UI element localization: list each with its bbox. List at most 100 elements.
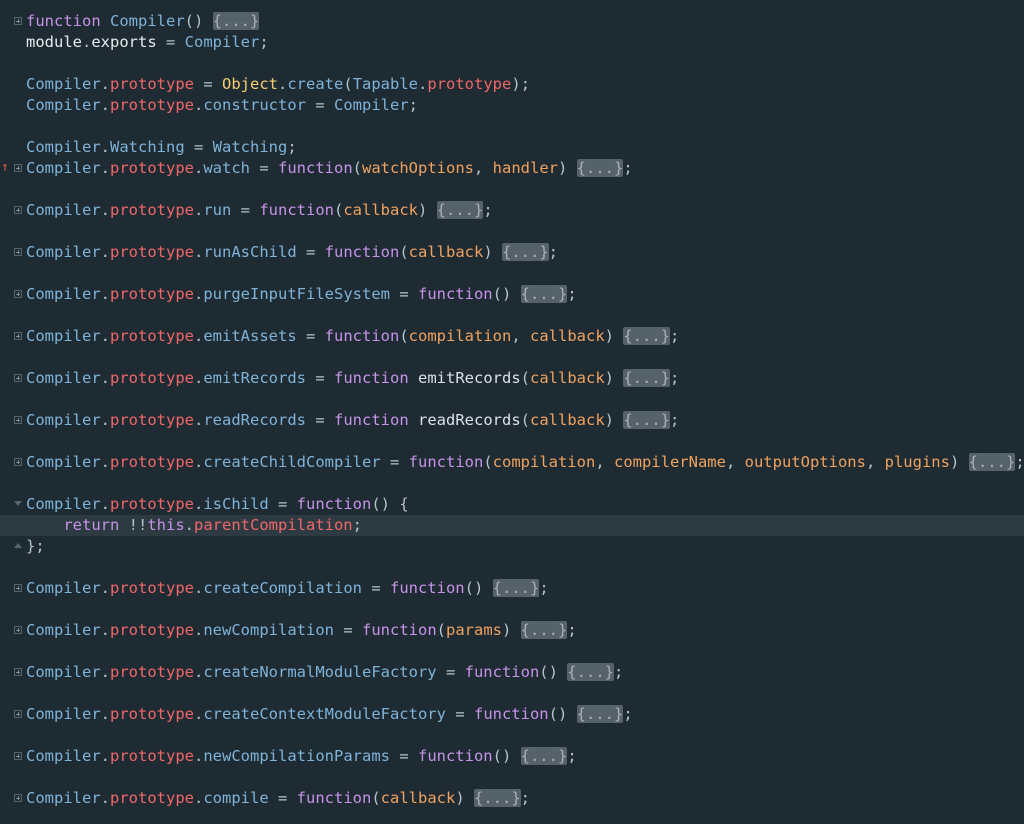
code-token: . — [100, 453, 110, 471]
code-line[interactable] — [0, 683, 1024, 704]
folded-block-placeholder[interactable]: {...} — [623, 327, 670, 345]
code-token: = — [306, 411, 334, 429]
code-line[interactable]: module.exports = Compiler; — [0, 32, 1024, 53]
code-line[interactable]: Compiler.prototype.emitRecords = functio… — [0, 368, 1024, 389]
expand-fold-icon[interactable] — [14, 164, 22, 172]
code-line[interactable] — [0, 179, 1024, 200]
code-line[interactable] — [0, 347, 1024, 368]
code-line[interactable] — [0, 599, 1024, 620]
code-token: compilerName — [613, 453, 726, 471]
code-line[interactable] — [0, 221, 1024, 242]
code-line[interactable]: Compiler.prototype.createContextModuleFa… — [0, 704, 1024, 725]
code-line[interactable]: Compiler.prototype.createChildCompiler =… — [0, 452, 1024, 473]
code-line[interactable]: Compiler.prototype.run = function(callba… — [0, 200, 1024, 221]
code-line[interactable] — [0, 431, 1024, 452]
code-line[interactable] — [0, 389, 1024, 410]
code-token: function — [324, 243, 400, 261]
expand-fold-icon[interactable] — [14, 332, 22, 340]
expand-fold-icon[interactable] — [14, 626, 22, 634]
expand-fold-icon[interactable] — [14, 752, 22, 760]
code-line[interactable] — [0, 116, 1024, 137]
code-token: function — [417, 747, 493, 765]
expand-fold-icon[interactable] — [14, 416, 22, 424]
code-token: = — [194, 75, 222, 93]
code-token: emitRecords — [418, 369, 521, 387]
folded-block-placeholder[interactable]: {...} — [520, 285, 568, 303]
code-line[interactable]: Compiler.prototype.compile = function(ca… — [0, 788, 1024, 809]
expand-fold-icon[interactable] — [14, 374, 22, 382]
folded-block-placeholder[interactable]: {...} — [520, 621, 568, 639]
collapse-fold-icon[interactable] — [14, 501, 22, 506]
fold-end-icon[interactable] — [14, 543, 22, 548]
gutter — [0, 683, 26, 704]
code-line[interactable]: Compiler.prototype.runAsChild = function… — [0, 242, 1024, 263]
gutter — [0, 746, 26, 767]
code-line[interactable] — [0, 767, 1024, 788]
code-text: Compiler.prototype.compile = function(ca… — [26, 788, 530, 809]
folded-block-placeholder[interactable]: {...} — [502, 243, 549, 261]
code-line[interactable] — [0, 263, 1024, 284]
code-token: prototype — [427, 75, 512, 93]
code-token: Compiler — [26, 453, 101, 471]
folded-block-placeholder[interactable]: {...} — [212, 12, 260, 30]
expand-fold-icon[interactable] — [14, 584, 22, 592]
code-token: Compiler — [26, 285, 101, 303]
folded-block-placeholder[interactable]: {...} — [623, 411, 670, 429]
code-line[interactable]: ↑ Compiler.prototype.watch = function(wat… — [0, 158, 1024, 179]
code-line[interactable]: function Compiler() {...} — [0, 11, 1024, 32]
code-line[interactable]: Compiler.Watching = Watching; — [0, 137, 1024, 158]
gutter — [0, 536, 26, 557]
code-line[interactable] — [0, 557, 1024, 578]
code-line[interactable]: Compiler.prototype.createNormalModuleFac… — [0, 662, 1024, 683]
code-token: Compiler — [26, 663, 101, 681]
code-line[interactable]: Compiler.prototype.createCompilation = f… — [0, 578, 1024, 599]
expand-fold-icon[interactable] — [14, 206, 22, 214]
code-editor[interactable]: function Compiler() {...} module.exports … — [0, 0, 1024, 824]
code-token: . — [100, 621, 110, 639]
code-token: . — [82, 33, 92, 51]
folded-block-placeholder[interactable]: {...} — [520, 747, 568, 765]
code-line[interactable]: Compiler.prototype.newCompilationParams … — [0, 746, 1024, 767]
folded-block-placeholder[interactable]: {...} — [436, 201, 484, 219]
folded-block-placeholder[interactable]: {...} — [968, 453, 1016, 471]
code-line[interactable]: Compiler.prototype.purgeInputFileSystem … — [0, 284, 1024, 305]
code-line-current[interactable]: return !!this.parentCompilation; — [0, 515, 1024, 536]
gutter — [0, 347, 26, 368]
code-line[interactable]: Compiler.prototype.isChild = function() … — [0, 494, 1024, 515]
expand-fold-icon[interactable] — [14, 17, 22, 25]
bookmark-arrow-icon[interactable]: ↑ — [1, 160, 9, 176]
folded-block-placeholder[interactable]: {...} — [474, 789, 521, 807]
code-line[interactable]: }; — [0, 536, 1024, 557]
expand-fold-icon[interactable] — [14, 458, 22, 466]
code-token: . — [194, 327, 204, 345]
expand-fold-icon[interactable] — [14, 794, 22, 802]
code-line[interactable]: Compiler.prototype = Object.create(Tapab… — [0, 74, 1024, 95]
folded-block-placeholder[interactable]: {...} — [567, 663, 614, 681]
folded-block-placeholder[interactable]: {...} — [492, 579, 540, 597]
code-token: = — [268, 495, 297, 513]
folded-block-placeholder[interactable]: {...} — [623, 369, 670, 387]
code-line[interactable] — [0, 473, 1024, 494]
code-line[interactable] — [0, 53, 1024, 74]
code-token: ( — [483, 453, 493, 471]
code-token: . — [100, 369, 110, 387]
expand-fold-icon[interactable] — [14, 710, 22, 718]
code-token: = — [389, 747, 418, 765]
code-text: Compiler.prototype.run = function(callba… — [26, 200, 493, 221]
expand-fold-icon[interactable] — [14, 668, 22, 676]
code-line[interactable] — [0, 725, 1024, 746]
code-line[interactable]: Compiler.prototype.newCompilation = func… — [0, 620, 1024, 641]
code-line[interactable]: Compiler.prototype.readRecords = functio… — [0, 410, 1024, 431]
code-token: = — [231, 201, 260, 219]
expand-fold-icon[interactable] — [14, 248, 22, 256]
code-token: function — [417, 285, 493, 303]
expand-fold-icon[interactable] — [14, 290, 22, 298]
code-line[interactable]: Compiler.prototype.emitAssets = function… — [0, 326, 1024, 347]
code-line[interactable]: Compiler.prototype.constructor = Compile… — [0, 95, 1024, 116]
code-line[interactable] — [0, 641, 1024, 662]
code-line[interactable] — [0, 305, 1024, 326]
folded-block-placeholder[interactable]: {...} — [576, 705, 624, 723]
code-token: . — [194, 243, 204, 261]
folded-block-placeholder[interactable]: {...} — [576, 159, 624, 177]
